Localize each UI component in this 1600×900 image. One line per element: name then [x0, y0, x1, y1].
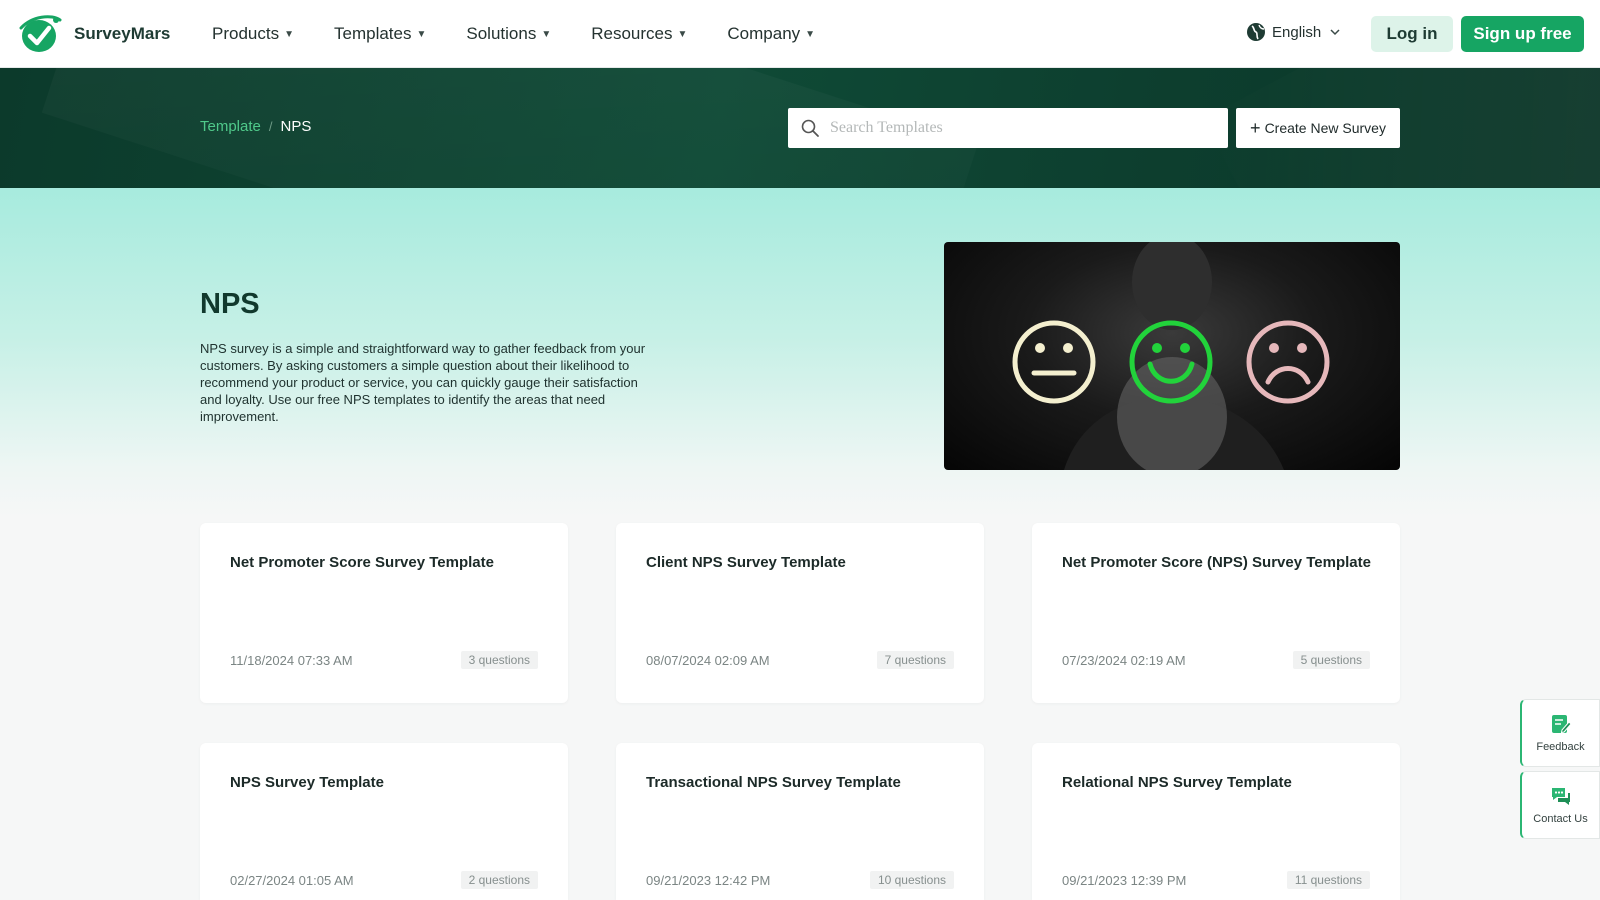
template-title: Client NPS Survey Template	[646, 554, 846, 571]
nav-item-label: Solutions	[466, 24, 537, 43]
question-count-badge: 5 questions	[1292, 651, 1370, 669]
search-box	[788, 108, 1228, 148]
caret-down-icon: ▼	[541, 28, 552, 40]
template-date: 11/18/2024 07:33 AM	[230, 653, 353, 668]
question-count-badge: 11 questions	[1286, 871, 1370, 889]
breadcrumb: Template / NPS	[200, 118, 311, 135]
template-title: Relational NPS Survey Template	[1062, 774, 1292, 791]
language-selector[interactable]: English	[1246, 22, 1341, 42]
template-date: 09/21/2023 12:39 PM	[1062, 873, 1187, 888]
template-date: 07/23/2024 02:19 AM	[1062, 653, 1186, 668]
feedback-edit-icon	[1551, 715, 1572, 734]
main-menu: Products ▼ Templates ▼ Solutions ▼ Resou…	[212, 0, 855, 68]
nav-item-company[interactable]: Company ▼	[727, 24, 815, 44]
chat-bubbles-icon	[1551, 788, 1570, 805]
surveymars-logo-icon	[19, 15, 62, 52]
hero-description: NPS survey is a simple and straightforwa…	[200, 341, 646, 424]
breadcrumb-current: NPS	[280, 118, 312, 135]
nps-hero-image	[944, 242, 1400, 470]
top-navigation: SurveyMars Products ▼ Templates ▼ Soluti…	[0, 0, 1600, 68]
globe-icon	[1247, 23, 1265, 41]
template-card[interactable]: Client NPS Survey Template 08/07/2024 02…	[616, 523, 984, 703]
breadcrumb-link-template[interactable]: Template	[200, 118, 261, 135]
search-input[interactable]	[830, 119, 1210, 137]
template-title: Net Promoter Score (NPS) Survey Template	[1062, 554, 1371, 571]
create-new-survey-label: Create New Survey	[1264, 120, 1386, 136]
template-title: Transactional NPS Survey Template	[646, 774, 901, 791]
question-count-badge: 7 questions	[876, 651, 954, 669]
search-icon	[801, 119, 819, 137]
template-date: 08/07/2024 02:09 AM	[646, 653, 770, 668]
breadcrumb-separator: /	[268, 119, 273, 134]
nav-item-label: Company	[727, 24, 801, 43]
caret-down-icon: ▼	[677, 28, 688, 40]
question-count-badge: 3 questions	[460, 651, 538, 669]
template-date: 09/21/2023 12:42 PM	[646, 873, 771, 888]
nps-faces-illustration	[1012, 242, 1330, 470]
template-card[interactable]: NPS Survey Template 02/27/2024 01:05 AM …	[200, 743, 568, 900]
template-card[interactable]: Transactional NPS Survey Template 09/21/…	[616, 743, 984, 900]
chevron-down-icon	[1330, 29, 1340, 36]
template-banner: Template / NPS + Create New Survey	[0, 68, 1600, 188]
nav-item-products[interactable]: Products ▼	[212, 24, 294, 44]
template-card[interactable]: Net Promoter Score (NPS) Survey Template…	[1032, 523, 1400, 703]
question-count-badge: 10 questions	[869, 871, 954, 889]
feedback-widget[interactable]: Feedback	[1520, 699, 1600, 767]
template-card[interactable]: Net Promoter Score Survey Template 11/18…	[200, 523, 568, 703]
template-date: 02/27/2024 01:05 AM	[230, 873, 354, 888]
logo[interactable]: SurveyMars	[18, 14, 170, 54]
template-card[interactable]: Relational NPS Survey Template 09/21/202…	[1032, 743, 1400, 900]
nav-item-solutions[interactable]: Solutions ▼	[466, 24, 551, 44]
caret-down-icon: ▼	[284, 28, 294, 40]
nav-item-templates[interactable]: Templates ▼	[334, 24, 426, 44]
contact-us-label: Contact Us	[1533, 813, 1588, 825]
template-title: NPS Survey Template	[230, 774, 384, 791]
feedback-label: Feedback	[1536, 741, 1585, 753]
hero-section: NPS NPS survey is a simple and straightf…	[0, 188, 1600, 518]
caret-down-icon: ▼	[416, 28, 427, 40]
nav-item-label: Products	[212, 24, 280, 43]
brand-name: SurveyMars	[74, 24, 171, 43]
neutral-face-icon	[1012, 320, 1096, 404]
sad-face-icon	[1246, 320, 1330, 404]
nav-item-resources[interactable]: Resources ▼	[591, 24, 687, 44]
contact-us-widget[interactable]: Contact Us	[1520, 771, 1600, 839]
nav-item-label: Templates	[334, 24, 412, 43]
question-count-badge: 2 questions	[460, 871, 538, 889]
language-label: English	[1272, 23, 1322, 41]
caret-down-icon: ▼	[805, 28, 816, 40]
nav-item-label: Resources	[591, 24, 673, 43]
signup-button[interactable]: Sign up free	[1461, 16, 1584, 52]
login-button[interactable]: Log in	[1371, 16, 1453, 52]
page-title: NPS	[200, 288, 260, 320]
plus-icon: +	[1250, 117, 1261, 138]
create-new-survey-button[interactable]: + Create New Survey	[1236, 108, 1400, 148]
template-title: Net Promoter Score Survey Template	[230, 554, 494, 571]
